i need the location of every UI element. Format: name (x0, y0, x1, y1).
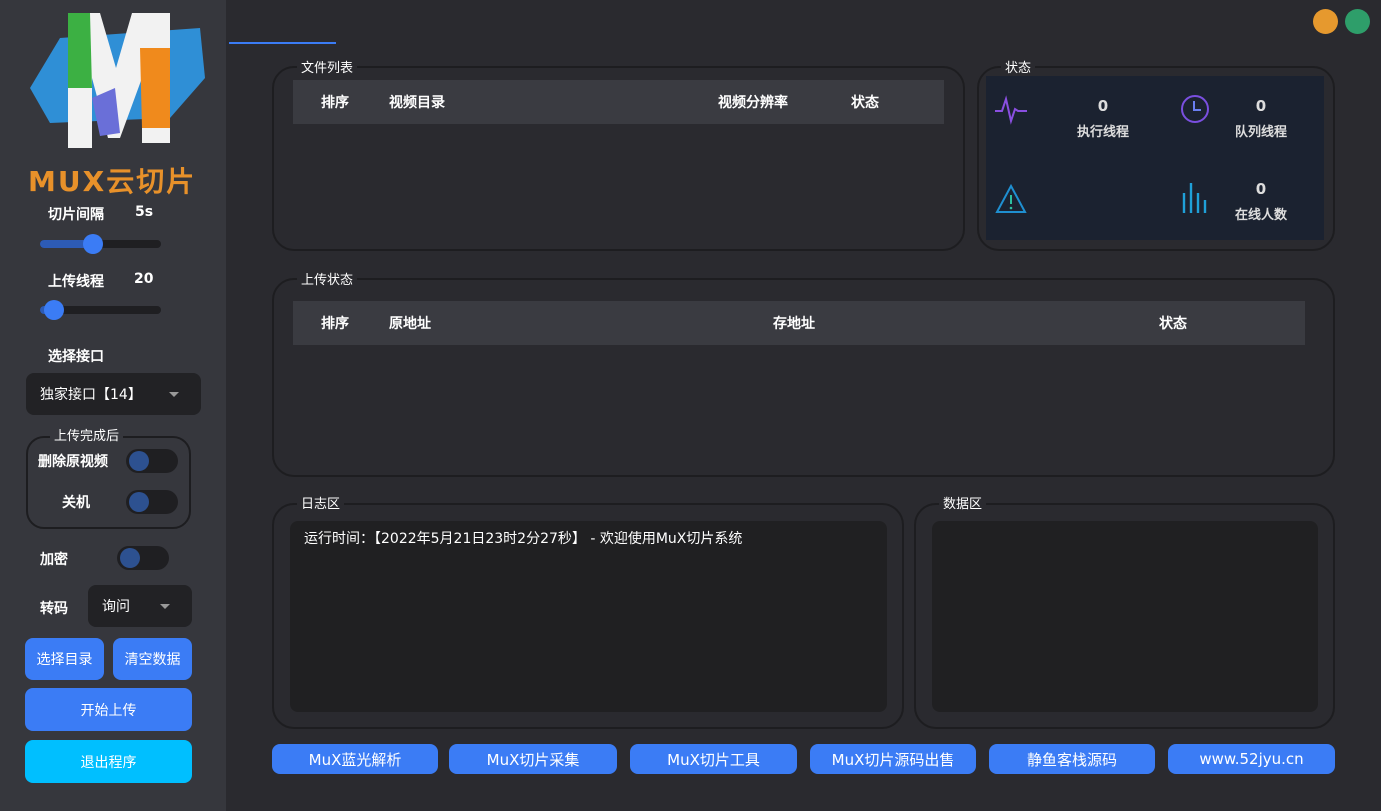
shutdown-label: 关机 (62, 492, 90, 512)
pulse-icon (994, 95, 1028, 127)
bar-chart-icon (1181, 181, 1209, 215)
data-area[interactable] (932, 521, 1318, 712)
column-header[interactable]: 存地址 (773, 313, 815, 333)
upload-status-header: 排序 原地址 存地址 状态 (293, 301, 1305, 345)
transcode-selected: 询问 (102, 596, 130, 616)
column-header[interactable]: 原地址 (389, 313, 431, 333)
after-upload-title: 上传完成后 (50, 425, 123, 444)
delete-original-toggle[interactable] (126, 449, 178, 473)
shutdown-toggle[interactable] (126, 490, 178, 514)
maximize-button[interactable] (1345, 9, 1370, 34)
file-list-header: 排序 视频目录 视频分辨率 状态 (293, 80, 944, 124)
status-title: 状态 (1001, 57, 1035, 76)
upload-threads-slider[interactable] (40, 306, 161, 314)
queue-threads-label: 队列线程 (1228, 121, 1294, 140)
api-selected: 独家接口【14】 (40, 384, 142, 404)
choose-directory-button[interactable]: 选择目录 (25, 638, 104, 680)
transcode-select[interactable]: 询问 (88, 585, 192, 627)
link-bluray-parse[interactable]: MuX蓝光解析 (272, 744, 438, 774)
encrypt-toggle[interactable] (117, 546, 169, 570)
exec-threads-value: 0 (1070, 97, 1136, 115)
upload-threads-value: 20 (134, 271, 153, 287)
start-upload-button[interactable]: 开始上传 (25, 688, 192, 731)
link-slice-tool[interactable]: MuX切片工具 (630, 744, 797, 774)
link-jingyu-source[interactable]: 静鱼客栈源码 (989, 744, 1155, 774)
column-header[interactable]: 排序 (321, 92, 349, 112)
link-source-sale[interactable]: MuX切片源码出售 (810, 744, 976, 774)
log-title: 日志区 (297, 493, 344, 512)
column-header[interactable]: 视频分辨率 (718, 92, 788, 112)
column-header[interactable]: 视频目录 (389, 92, 445, 112)
log-area[interactable]: 运行时间：【2022年5月21日23时2分27秒】 - 欢迎使用MuX切片系统 (290, 521, 887, 712)
chevron-down-icon (169, 392, 179, 397)
tab-indicator (229, 42, 336, 44)
delete-original-label: 删除原视频 (38, 451, 108, 471)
column-header[interactable]: 状态 (1159, 313, 1187, 333)
api-select[interactable]: 独家接口【14】 (26, 373, 201, 415)
upload-status-title: 上传状态 (297, 269, 357, 288)
select-api-label: 选择接口 (48, 346, 104, 366)
logo (20, 8, 212, 158)
file-list-title: 文件列表 (297, 57, 357, 76)
data-title: 数据区 (939, 493, 986, 512)
link-website[interactable]: www.52jyu.cn (1168, 744, 1335, 774)
online-label: 在线人数 (1228, 204, 1294, 223)
sidebar: MUX云切片 切片间隔 5s 上传线程 20 选择接口 独家接口【14】 上传完… (0, 0, 226, 811)
online-value: 0 (1228, 180, 1294, 198)
slice-interval-label: 切片间隔 (48, 204, 104, 224)
transcode-label: 转码 (40, 598, 68, 618)
encrypt-label: 加密 (40, 549, 68, 569)
exit-button[interactable]: 退出程序 (25, 740, 192, 783)
minimize-button[interactable] (1313, 9, 1338, 34)
queue-threads-value: 0 (1228, 97, 1294, 115)
upload-threads-label: 上传线程 (48, 271, 104, 291)
slice-interval-slider[interactable] (40, 240, 161, 248)
column-header[interactable]: 状态 (851, 92, 879, 112)
log-line: 运行时间：【2022年5月21日23时2分27秒】 - 欢迎使用MuX切片系统 (304, 528, 873, 548)
warning-icon (995, 183, 1027, 215)
slice-interval-value: 5s (135, 204, 153, 220)
clear-data-button[interactable]: 清空数据 (113, 638, 192, 680)
chevron-down-icon (160, 604, 170, 609)
link-slice-collect[interactable]: MuX切片采集 (449, 744, 617, 774)
clock-icon (1179, 93, 1211, 125)
logo-text: MUX云切片 (28, 160, 196, 200)
column-header[interactable]: 排序 (321, 313, 349, 333)
exec-threads-label: 执行线程 (1070, 121, 1136, 140)
